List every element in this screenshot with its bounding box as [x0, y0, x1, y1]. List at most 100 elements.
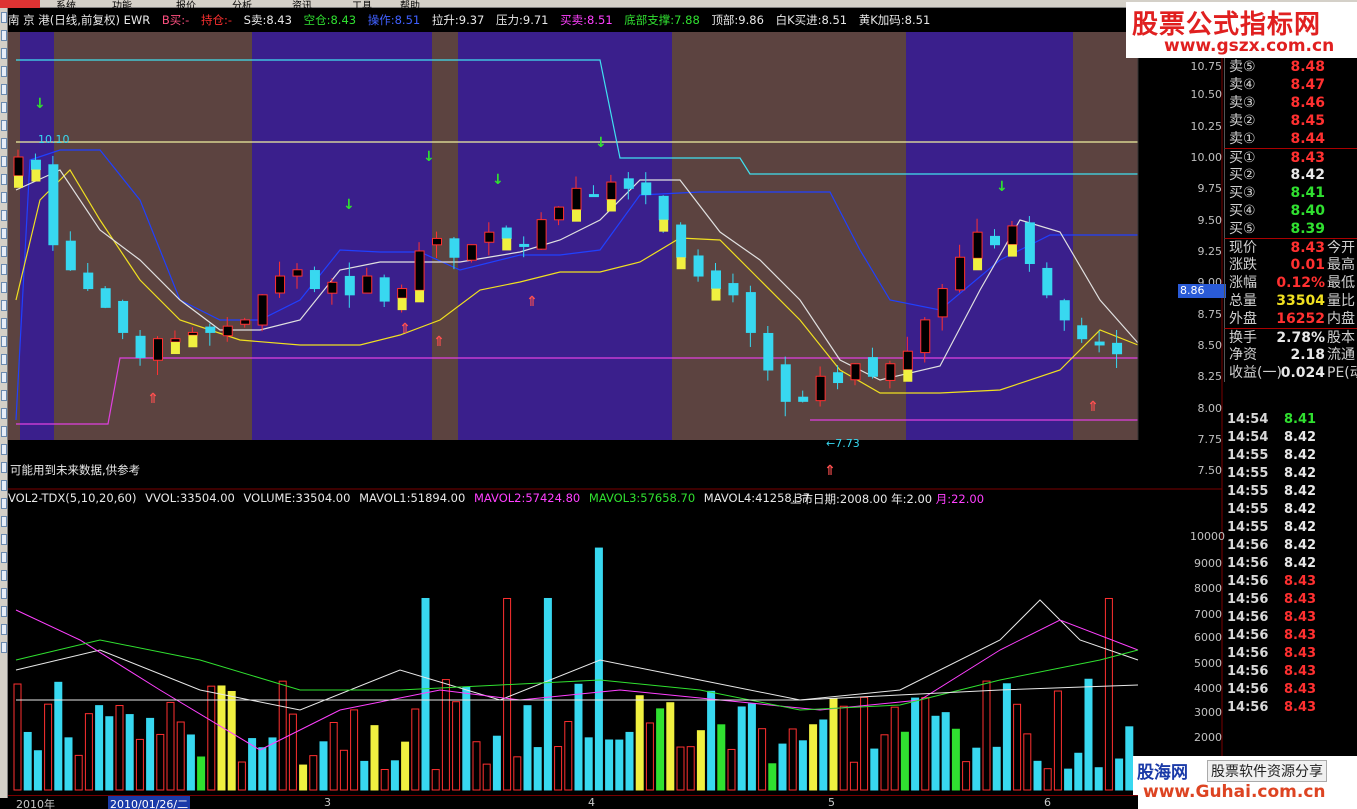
volume-bar — [401, 741, 410, 791]
tick-row: 14:54 8.41 — [1224, 411, 1357, 429]
stat-row-eps: 收益(一) 0.024 PE(动 — [1224, 364, 1357, 382]
candle-body — [711, 270, 721, 290]
up-arrow-icon: ⇑ — [399, 321, 411, 337]
candle-yellow-mark — [903, 369, 913, 382]
volume-bar — [421, 597, 430, 791]
tick-time: 14:56 — [1227, 538, 1269, 553]
candle-body — [1077, 325, 1088, 340]
tick-price: 8.42 — [1284, 502, 1317, 517]
volume-bar — [747, 703, 756, 791]
candle-body — [1024, 222, 1035, 265]
candle-body — [466, 244, 477, 261]
price-tick: 8.50 — [1197, 339, 1223, 352]
price-tick: 7.75 — [1197, 433, 1223, 446]
price-tick: 9.75 — [1197, 182, 1223, 195]
volume-bar — [462, 686, 471, 791]
candle-body — [344, 275, 355, 296]
date-axis: 2010年 2010/01/26/二 3 4 5 6 — [8, 795, 1138, 809]
volume-bar — [1084, 678, 1093, 791]
candle-yellow-mark — [572, 209, 581, 222]
candle-body — [501, 227, 512, 239]
candle-body — [309, 270, 320, 290]
candle-body — [432, 237, 442, 246]
tick-row: 14:55 8.42 — [1224, 483, 1357, 501]
listing-date: 上市日期:2008.00 — [790, 492, 888, 506]
vol-vvol: VVOL:33504.00 — [145, 491, 235, 505]
tick-list: 14:54 8.41 14:54 8.42 14:55 8.42 14:55 8.42 14:5… — [1224, 411, 1357, 717]
volume-bar — [962, 761, 971, 791]
tick-time: 14:56 — [1227, 610, 1269, 625]
volume-indicator-values: VOL2-TDX(5,10,20,60) VVOL:33504.00 VOLUM… — [8, 491, 815, 505]
bottom-banner-url: www.Guhai.com.cn — [1143, 782, 1326, 802]
signal-yellowk: 黄K加码:8.51 — [858, 13, 931, 27]
price-tick: 10.50 — [1190, 88, 1223, 101]
tick-time: 14:54 — [1227, 430, 1269, 445]
candle-body — [554, 206, 565, 221]
volume-bar — [84, 713, 93, 791]
volume-bar — [860, 696, 869, 791]
tick-row: 14:55 8.42 — [1224, 501, 1357, 519]
signal-pullup: 拉升:9.37 — [431, 13, 485, 27]
candle-body — [65, 240, 76, 271]
volume-bar — [329, 721, 338, 791]
volume-bar — [819, 719, 828, 791]
tick-price: 8.43 — [1284, 664, 1317, 679]
price-tick: 8.25 — [1197, 370, 1223, 383]
chart-canvas: ↓ ↓ ↓ ↓ ↓ ↓ ⇑ ⇑ ⇑ ⇑ ⇑ ⇑ — [8, 30, 1223, 795]
candle-body — [275, 275, 286, 294]
period-band — [432, 32, 458, 440]
vol-tick: 5000 — [1194, 657, 1222, 670]
bottom-banner: 股海网 股票软件资源分享 www.Guhai.com.cn — [1133, 756, 1357, 809]
listing-info: 上市日期:2008.00 年:2.00 月:22.00 — [790, 491, 984, 507]
candle-body — [327, 281, 338, 294]
date-label-m3: 3 — [324, 796, 331, 809]
vol-tick: 3000 — [1194, 706, 1222, 719]
bid-row-1: 买① 8.43 — [1224, 148, 1357, 166]
stock-title: 南 京 港(日线,前复权) EWR — [8, 13, 151, 27]
volume-bar — [1104, 597, 1113, 791]
volume-bar — [1094, 767, 1103, 791]
candle-body — [623, 178, 634, 189]
volume-bar — [125, 714, 134, 791]
date-label-current[interactable]: 2010/01/26/二 — [108, 796, 191, 809]
candle-body — [83, 272, 94, 290]
volume-bar — [370, 725, 379, 791]
vol-mavol1: MAVOL1:51894.00 — [359, 491, 466, 505]
vol-tick: 4000 — [1194, 682, 1222, 695]
candle-body — [588, 194, 599, 198]
volume-bar — [1053, 690, 1062, 791]
ask-row-1: 卖① 8.44 — [1224, 130, 1357, 148]
candle-body — [519, 243, 530, 247]
volume-bar — [54, 681, 63, 791]
volume-bar — [676, 746, 685, 791]
volume-bar — [1013, 703, 1022, 791]
vol-tick: 10000 — [1190, 530, 1225, 543]
down-arrow-icon: ↓ — [34, 96, 46, 112]
candle-body — [170, 338, 181, 343]
vol-mavol2: MAVOL2:57424.80 — [473, 491, 581, 505]
candle-body — [153, 338, 163, 361]
up-arrow-icon: ⇑ — [824, 463, 836, 479]
price-tick: 10.00 — [1190, 151, 1223, 164]
candle-body — [990, 235, 1000, 246]
volume-bar — [768, 763, 777, 791]
candle-body — [1042, 267, 1053, 296]
stat-row-turnover: 换手 2.78% 股本 — [1224, 328, 1357, 346]
tick-row: 14:56 8.43 — [1224, 699, 1357, 717]
volume-bar — [594, 547, 603, 791]
ask-row-4: 卖④ 8.47 — [1224, 76, 1357, 94]
candle-body — [536, 219, 547, 250]
signal-operate: 操作:8.51 — [367, 13, 421, 27]
candle-body — [362, 275, 373, 294]
ask-row-5: 卖⑤ 8.48 — [1224, 58, 1357, 76]
volume-bar — [645, 722, 654, 791]
volume-bar — [44, 703, 53, 791]
stat-row-outer: 外盘 16252 内盘 — [1224, 310, 1357, 328]
tick-price: 8.42 — [1284, 466, 1317, 481]
tick-price: 8.42 — [1284, 430, 1317, 445]
vol-tick: 7000 — [1194, 608, 1222, 621]
tick-row: 14:54 8.42 — [1224, 429, 1357, 447]
stat-row-price: 现价 8.43 今开 — [1224, 238, 1357, 256]
volume-bar — [411, 708, 420, 791]
volume-bar — [105, 716, 114, 791]
